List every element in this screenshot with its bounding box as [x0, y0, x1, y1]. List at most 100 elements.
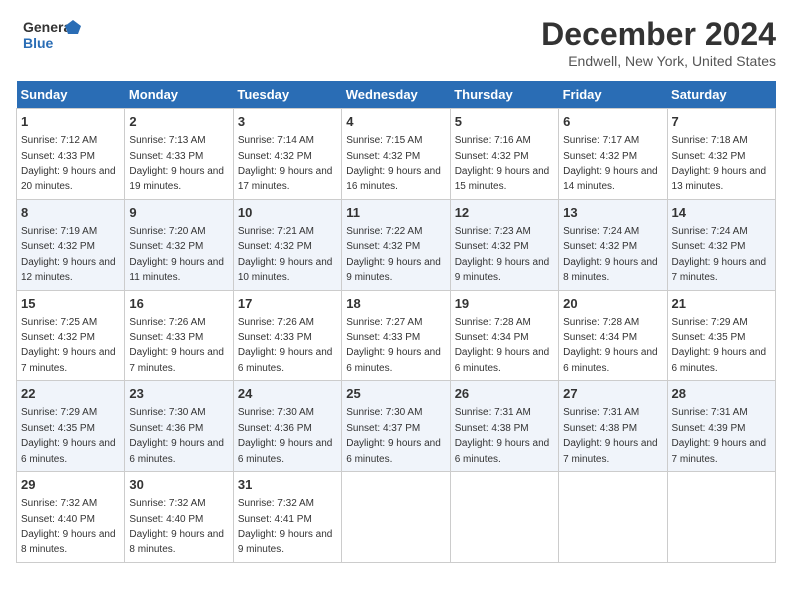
calendar-cell: 20 Sunrise: 7:28 AM Sunset: 4:34 PM Dayl… [559, 290, 667, 381]
calendar-cell: 6 Sunrise: 7:17 AM Sunset: 4:32 PM Dayli… [559, 109, 667, 200]
day-info: Sunrise: 7:20 AM Sunset: 4:32 PM Dayligh… [129, 226, 224, 283]
calendar-cell: 27 Sunrise: 7:31 AM Sunset: 4:38 PM Dayl… [559, 381, 667, 472]
day-number: 21 [672, 295, 771, 313]
day-info: Sunrise: 7:21 AM Sunset: 4:32 PM Dayligh… [238, 226, 333, 283]
day-number: 26 [455, 385, 554, 403]
day-number: 19 [455, 295, 554, 313]
day-number: 10 [238, 204, 337, 222]
day-number: 5 [455, 113, 554, 131]
calendar-cell [559, 472, 667, 563]
day-number: 4 [346, 113, 445, 131]
day-number: 6 [563, 113, 662, 131]
day-number: 12 [455, 204, 554, 222]
main-title: December 2024 [541, 16, 776, 53]
calendar-cell: 13 Sunrise: 7:24 AM Sunset: 4:32 PM Dayl… [559, 199, 667, 290]
day-number: 31 [238, 476, 337, 494]
week-row-0: 1 Sunrise: 7:12 AM Sunset: 4:33 PM Dayli… [17, 109, 776, 200]
day-number: 7 [672, 113, 771, 131]
calendar-cell: 5 Sunrise: 7:16 AM Sunset: 4:32 PM Dayli… [450, 109, 558, 200]
day-info: Sunrise: 7:32 AM Sunset: 4:40 PM Dayligh… [21, 498, 116, 555]
day-number: 27 [563, 385, 662, 403]
day-info: Sunrise: 7:13 AM Sunset: 4:33 PM Dayligh… [129, 135, 224, 192]
col-friday: Friday [559, 81, 667, 109]
day-number: 29 [21, 476, 120, 494]
day-info: Sunrise: 7:26 AM Sunset: 4:33 PM Dayligh… [238, 317, 333, 374]
day-info: Sunrise: 7:30 AM Sunset: 4:36 PM Dayligh… [129, 407, 224, 464]
day-number: 8 [21, 204, 120, 222]
calendar-cell: 28 Sunrise: 7:31 AM Sunset: 4:39 PM Dayl… [667, 381, 775, 472]
calendar-cell: 9 Sunrise: 7:20 AM Sunset: 4:32 PM Dayli… [125, 199, 233, 290]
day-number: 17 [238, 295, 337, 313]
calendar-cell: 19 Sunrise: 7:28 AM Sunset: 4:34 PM Dayl… [450, 290, 558, 381]
calendar-body: 1 Sunrise: 7:12 AM Sunset: 4:33 PM Dayli… [17, 109, 776, 563]
header-row: Sunday Monday Tuesday Wednesday Thursday… [17, 81, 776, 109]
day-number: 30 [129, 476, 228, 494]
col-saturday: Saturday [667, 81, 775, 109]
col-wednesday: Wednesday [342, 81, 450, 109]
day-info: Sunrise: 7:31 AM Sunset: 4:38 PM Dayligh… [563, 407, 658, 464]
calendar-cell: 25 Sunrise: 7:30 AM Sunset: 4:37 PM Dayl… [342, 381, 450, 472]
calendar-cell: 22 Sunrise: 7:29 AM Sunset: 4:35 PM Dayl… [17, 381, 125, 472]
day-info: Sunrise: 7:32 AM Sunset: 4:41 PM Dayligh… [238, 498, 333, 555]
col-thursday: Thursday [450, 81, 558, 109]
day-number: 16 [129, 295, 228, 313]
calendar-cell: 17 Sunrise: 7:26 AM Sunset: 4:33 PM Dayl… [233, 290, 341, 381]
calendar-cell: 24 Sunrise: 7:30 AM Sunset: 4:36 PM Dayl… [233, 381, 341, 472]
day-info: Sunrise: 7:16 AM Sunset: 4:32 PM Dayligh… [455, 135, 550, 192]
calendar-cell: 4 Sunrise: 7:15 AM Sunset: 4:32 PM Dayli… [342, 109, 450, 200]
day-info: Sunrise: 7:12 AM Sunset: 4:33 PM Dayligh… [21, 135, 116, 192]
day-number: 28 [672, 385, 771, 403]
calendar-cell: 31 Sunrise: 7:32 AM Sunset: 4:41 PM Dayl… [233, 472, 341, 563]
calendar-cell [667, 472, 775, 563]
day-info: Sunrise: 7:32 AM Sunset: 4:40 PM Dayligh… [129, 498, 224, 555]
calendar-cell: 11 Sunrise: 7:22 AM Sunset: 4:32 PM Dayl… [342, 199, 450, 290]
day-number: 2 [129, 113, 228, 131]
col-tuesday: Tuesday [233, 81, 341, 109]
day-info: Sunrise: 7:28 AM Sunset: 4:34 PM Dayligh… [455, 317, 550, 374]
calendar-cell: 2 Sunrise: 7:13 AM Sunset: 4:33 PM Dayli… [125, 109, 233, 200]
calendar-cell: 10 Sunrise: 7:21 AM Sunset: 4:32 PM Dayl… [233, 199, 341, 290]
day-number: 18 [346, 295, 445, 313]
title-area: December 2024 Endwell, New York, United … [541, 16, 776, 69]
calendar-cell: 3 Sunrise: 7:14 AM Sunset: 4:32 PM Dayli… [233, 109, 341, 200]
day-number: 13 [563, 204, 662, 222]
calendar-cell: 16 Sunrise: 7:26 AM Sunset: 4:33 PM Dayl… [125, 290, 233, 381]
day-number: 1 [21, 113, 120, 131]
day-info: Sunrise: 7:19 AM Sunset: 4:32 PM Dayligh… [21, 226, 116, 283]
calendar-table: Sunday Monday Tuesday Wednesday Thursday… [16, 81, 776, 563]
day-info: Sunrise: 7:25 AM Sunset: 4:32 PM Dayligh… [21, 317, 116, 374]
day-info: Sunrise: 7:24 AM Sunset: 4:32 PM Dayligh… [672, 226, 767, 283]
day-info: Sunrise: 7:30 AM Sunset: 4:36 PM Dayligh… [238, 407, 333, 464]
week-row-1: 8 Sunrise: 7:19 AM Sunset: 4:32 PM Dayli… [17, 199, 776, 290]
calendar-cell: 26 Sunrise: 7:31 AM Sunset: 4:38 PM Dayl… [450, 381, 558, 472]
day-number: 15 [21, 295, 120, 313]
calendar-cell [342, 472, 450, 563]
subtitle: Endwell, New York, United States [541, 53, 776, 69]
day-number: 11 [346, 204, 445, 222]
logo: General Blue [16, 16, 86, 52]
calendar-cell: 1 Sunrise: 7:12 AM Sunset: 4:33 PM Dayli… [17, 109, 125, 200]
calendar-cell: 8 Sunrise: 7:19 AM Sunset: 4:32 PM Dayli… [17, 199, 125, 290]
week-row-4: 29 Sunrise: 7:32 AM Sunset: 4:40 PM Dayl… [17, 472, 776, 563]
day-info: Sunrise: 7:31 AM Sunset: 4:38 PM Dayligh… [455, 407, 550, 464]
calendar-cell: 23 Sunrise: 7:30 AM Sunset: 4:36 PM Dayl… [125, 381, 233, 472]
calendar-cell: 12 Sunrise: 7:23 AM Sunset: 4:32 PM Dayl… [450, 199, 558, 290]
calendar-cell: 18 Sunrise: 7:27 AM Sunset: 4:33 PM Dayl… [342, 290, 450, 381]
day-info: Sunrise: 7:29 AM Sunset: 4:35 PM Dayligh… [21, 407, 116, 464]
day-number: 25 [346, 385, 445, 403]
day-info: Sunrise: 7:24 AM Sunset: 4:32 PM Dayligh… [563, 226, 658, 283]
col-monday: Monday [125, 81, 233, 109]
day-number: 23 [129, 385, 228, 403]
svg-text:Blue: Blue [23, 35, 54, 51]
day-info: Sunrise: 7:22 AM Sunset: 4:32 PM Dayligh… [346, 226, 441, 283]
day-info: Sunrise: 7:14 AM Sunset: 4:32 PM Dayligh… [238, 135, 333, 192]
calendar-cell: 14 Sunrise: 7:24 AM Sunset: 4:32 PM Dayl… [667, 199, 775, 290]
day-info: Sunrise: 7:17 AM Sunset: 4:32 PM Dayligh… [563, 135, 658, 192]
day-number: 22 [21, 385, 120, 403]
day-info: Sunrise: 7:23 AM Sunset: 4:32 PM Dayligh… [455, 226, 550, 283]
day-info: Sunrise: 7:15 AM Sunset: 4:32 PM Dayligh… [346, 135, 441, 192]
calendar-cell: 7 Sunrise: 7:18 AM Sunset: 4:32 PM Dayli… [667, 109, 775, 200]
day-info: Sunrise: 7:29 AM Sunset: 4:35 PM Dayligh… [672, 317, 767, 374]
day-info: Sunrise: 7:28 AM Sunset: 4:34 PM Dayligh… [563, 317, 658, 374]
logo-svg: General Blue [16, 16, 86, 52]
